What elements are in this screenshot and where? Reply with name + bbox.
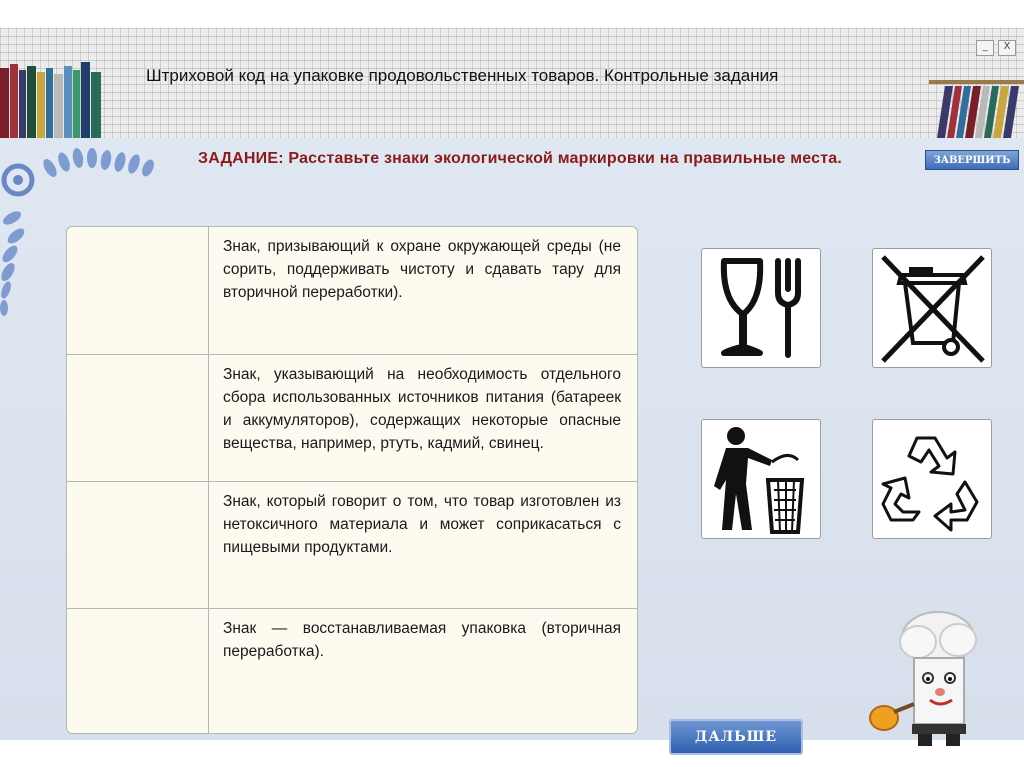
window-title: Штриховой код на упаковке продовольствен… bbox=[146, 66, 779, 85]
task-area: ЗАДАНИЕ: Расставьте знаки экологической … bbox=[0, 138, 1024, 755]
drop-slot[interactable] bbox=[67, 482, 209, 609]
chef-mascot bbox=[869, 611, 977, 746]
drop-slot[interactable] bbox=[67, 609, 209, 733]
sign-keep-clean[interactable] bbox=[701, 419, 821, 539]
finish-button[interactable]: ЗАВЕРШИТЬ bbox=[925, 150, 1019, 170]
table-row: Знак — восстанавливаемая упаковка (втори… bbox=[67, 608, 637, 733]
books-decoration-right bbox=[929, 80, 1024, 138]
drop-slot[interactable] bbox=[67, 227, 209, 354]
crossed-bin-icon bbox=[881, 255, 985, 363]
window-controls: _ X bbox=[976, 40, 1016, 56]
books-decoration-left bbox=[0, 62, 101, 138]
glass-fork-icon bbox=[720, 258, 801, 358]
sign-battery-collection[interactable] bbox=[872, 248, 992, 368]
header-bar: Штриховой код на упаковке продовольствен… bbox=[0, 28, 1024, 139]
matching-table: Знак, призывающий к охране окружающей ср… bbox=[66, 226, 638, 734]
table-row: Знак, призывающий к охране окружающей ср… bbox=[67, 227, 637, 354]
next-button[interactable]: ДАЛЬШЕ bbox=[669, 719, 803, 755]
row-description: Знак — восстанавливаемая упаковка (втори… bbox=[223, 620, 621, 660]
drop-slot[interactable] bbox=[67, 355, 209, 482]
row-description: Знак, который говорит о том, что товар и… bbox=[223, 493, 621, 556]
table-row: Знак, который говорит о том, что товар и… bbox=[67, 481, 637, 609]
table-row: Знак, указывающий на необходимость отдел… bbox=[67, 354, 637, 482]
app-window: Штриховой код на упаковке продовольствен… bbox=[0, 28, 1024, 755]
recycle-icon bbox=[881, 436, 979, 532]
close-button[interactable]: X bbox=[998, 40, 1016, 56]
sign-recyclable[interactable] bbox=[872, 419, 992, 539]
tidyman-icon bbox=[714, 427, 805, 534]
row-description: Знак, указывающий на необходимость отдел… bbox=[223, 366, 621, 452]
row-description: Знак, призывающий к охране окружающей ср… bbox=[223, 238, 621, 301]
minimize-button[interactable]: _ bbox=[976, 40, 994, 56]
sign-food-safe[interactable] bbox=[701, 248, 821, 368]
task-instruction: ЗАДАНИЕ: Расставьте знаки экологической … bbox=[198, 150, 843, 167]
